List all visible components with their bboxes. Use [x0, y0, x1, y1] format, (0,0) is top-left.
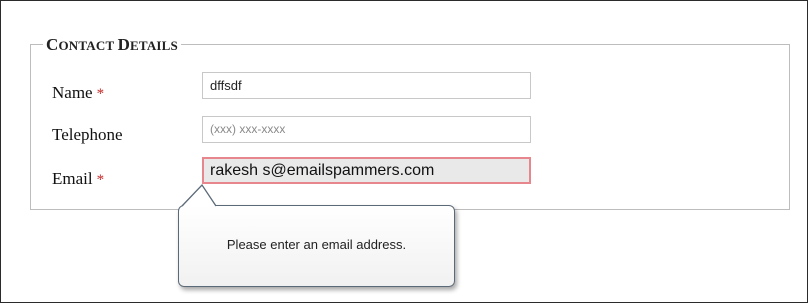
name-input[interactable]: dffsdf [202, 72, 531, 99]
legend-rest-2: ETAILS [130, 38, 178, 53]
tooltip-arrow-icon [181, 183, 217, 207]
legend-initial-2: D [117, 35, 131, 54]
name-required-marker: * [96, 86, 105, 102]
name-label: Name * [52, 83, 104, 103]
telephone-label: Telephone [52, 125, 123, 145]
email-label: Email * [52, 169, 104, 189]
validation-message: Please enter an email address. [226, 237, 407, 252]
email-required-marker: * [96, 172, 105, 188]
telephone-label-text: Telephone [52, 125, 123, 144]
email-input[interactable]: rakesh s@emailspammers.com [202, 157, 531, 184]
fieldset-legend: CONTACT DETAILS [43, 35, 181, 55]
telephone-input[interactable]: (xxx) xxx-xxxx [202, 116, 531, 143]
legend-initial-1: C [46, 35, 59, 54]
validation-tooltip: Please enter an email address. [178, 205, 455, 287]
legend-rest-1: ONTACT [58, 38, 118, 53]
name-label-text: Name [52, 83, 93, 102]
email-label-text: Email [52, 169, 93, 188]
